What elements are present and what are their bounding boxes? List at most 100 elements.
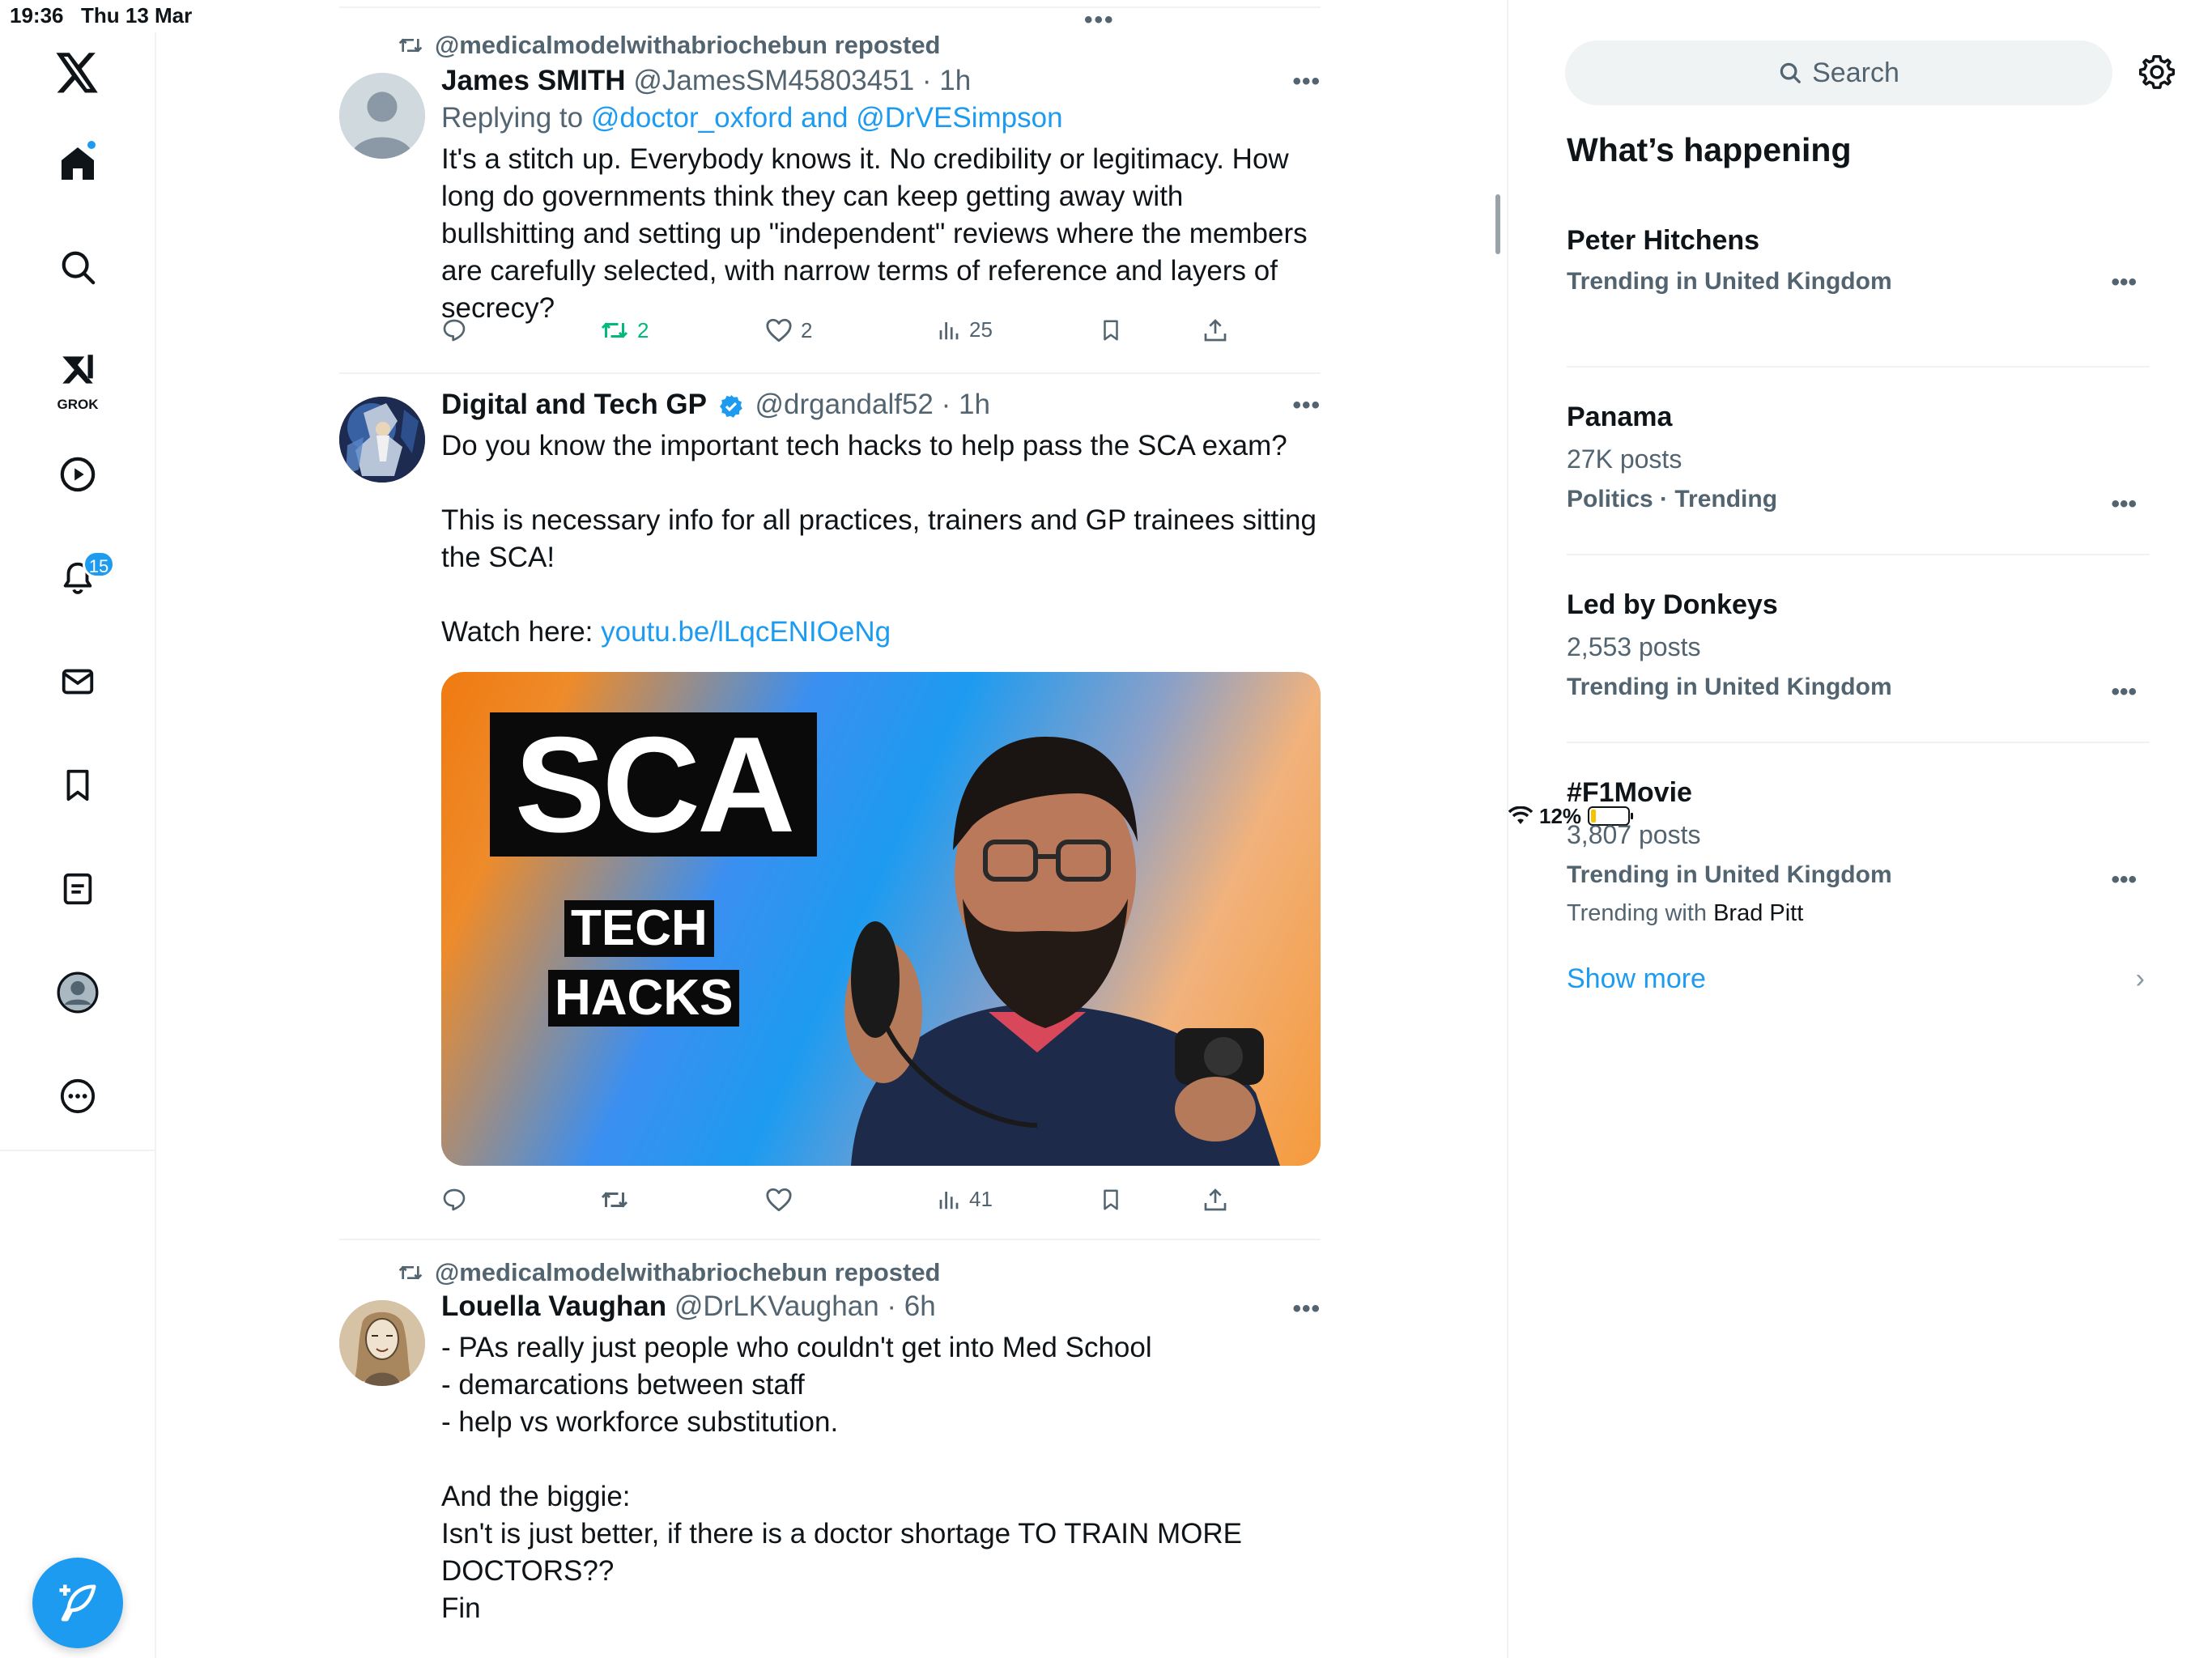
reply-icon: [443, 1188, 466, 1211]
grok-label: GROK: [57, 397, 99, 412]
like-button[interactable]: [765, 1187, 793, 1213]
reply-button[interactable]: [441, 317, 467, 343]
repost-by-text[interactable]: @medicalmodelwithabriochebun reposted: [435, 31, 941, 60]
author-handle-time[interactable]: @JamesSM45803451 · 1h: [633, 65, 971, 96]
bookmark-icon: [1104, 1189, 1118, 1210]
show-more-link[interactable]: Show more ›: [1567, 963, 2150, 995]
views-count: 41: [969, 1187, 993, 1211]
lists-icon[interactable]: [45, 857, 110, 921]
video-thumbnail[interactable]: SCA TECH HACKS: [441, 672, 1321, 1166]
search-placeholder: Search: [1812, 57, 1899, 88]
replying-to-prefix: Replying to: [441, 102, 591, 134]
notifications-bell-icon[interactable]: 15: [45, 546, 115, 610]
grok-icon[interactable]: GROK: [45, 338, 110, 416]
tweet-body: Digital and Tech GP @drgandalf52 · 1h Do…: [441, 389, 1321, 651]
retweet-icon: [601, 1192, 628, 1208]
replying-to: Replying to @doctor_oxford and @DrVESimp…: [441, 102, 1321, 134]
heart-icon: [766, 1188, 792, 1212]
presenter-image: [844, 737, 1280, 1166]
thumbnail-line2: HACKS: [548, 970, 740, 1027]
compose-post-button[interactable]: [32, 1558, 123, 1648]
show-more-label: Show more: [1567, 963, 1706, 994]
search-input[interactable]: Search: [1565, 40, 2112, 105]
settings-gear-icon[interactable]: [2138, 53, 2176, 95]
video-play-icon[interactable]: [45, 442, 110, 507]
search-icon: [1780, 62, 1801, 83]
trend-meta: Trending in United Kingdom: [1567, 861, 1892, 888]
author-handle-time[interactable]: @DrLKVaughan · 6h: [674, 1290, 936, 1322]
tweet-header: Louella Vaughan @DrLKVaughan · 6h: [441, 1290, 1321, 1323]
author-handle-time[interactable]: @drgandalf52 · 1h: [755, 389, 989, 420]
trend-more-icon[interactable]: •••: [2111, 269, 2137, 296]
trend-item[interactable]: #F1Movie 3,807 posts Trending in United …: [1567, 743, 2150, 946]
avatar[interactable]: [339, 397, 425, 483]
trend-item[interactable]: Panama 27K posts Politics · Trending •••: [1567, 368, 2150, 555]
more-options-icon[interactable]: [45, 1064, 110, 1129]
trend-meta: Trending in United Kingdom: [1567, 674, 1892, 700]
notifications-badge: 15: [83, 551, 115, 578]
repost-small-icon: [398, 38, 423, 53]
repost-by-text[interactable]: @medicalmodelwithabriochebun reposted: [435, 1258, 941, 1287]
bookmark-icon: [1104, 320, 1118, 341]
bookmark-button[interactable]: [1099, 1187, 1123, 1213]
repost-indicator: @medicalmodelwithabriochebun reposted: [398, 1258, 941, 1287]
like-button[interactable]: 2: [765, 317, 812, 343]
trend-item[interactable]: Peter Hitchens Trending in United Kingdo…: [1567, 225, 2150, 368]
tweet-text-line3: Watch here: youtu.be/lLqcENIOeNg: [441, 614, 1321, 651]
repost-indicator: @medicalmodelwithabriochebun reposted: [398, 31, 941, 60]
share-button[interactable]: [1202, 1187, 1228, 1213]
author-name[interactable]: Digital and Tech GP: [441, 389, 707, 420]
tweet-card[interactable]: @medicalmodelwithabriochebun reposted ••…: [339, 1253, 1321, 1658]
trending-with: Trending with Brad Pitt: [1567, 900, 2150, 927]
views-chart-icon: [939, 321, 959, 339]
right-sidebar: Search What’s happening Peter Hitchens T…: [1508, 32, 2212, 1658]
trend-name: Panama: [1567, 402, 1673, 432]
feed-scrollbar[interactable]: [1495, 194, 1500, 254]
bookmarks-icon[interactable]: [45, 753, 110, 818]
replying-to-handles[interactable]: @doctor_oxford and @DrVESimpson: [591, 102, 1063, 134]
trend-more-icon[interactable]: •••: [2111, 491, 2137, 518]
tweet-actions: 41: [441, 1187, 1251, 1227]
author-name[interactable]: James SMITH: [441, 65, 626, 96]
tweet-header: Digital and Tech GP @drgandalf52 · 1h: [441, 389, 1321, 421]
tweet-text-line2: This is necessary info for all practices…: [441, 504, 1325, 573]
trend-more-icon[interactable]: •••: [2111, 678, 2137, 706]
x-logo-icon[interactable]: [45, 40, 110, 105]
tweet-text: It's a stitch up. Everybody knows it. No…: [441, 143, 1316, 324]
avatar[interactable]: [339, 73, 425, 159]
whats-happening-heading: What’s happening: [1567, 131, 1852, 168]
retweet-button[interactable]: 2: [600, 317, 649, 343]
share-button[interactable]: [1202, 317, 1228, 343]
views-chart-icon: [939, 1191, 959, 1209]
tweet-card[interactable]: ••• Digital and Tech GP @drgandalf52 · 1…: [339, 376, 1321, 1240]
trend-name: Led by Donkeys: [1567, 589, 1778, 620]
thumbnail-line1: TECH: [564, 900, 714, 957]
tweet-card[interactable]: @medicalmodelwithabriochebun reposted ••…: [339, 24, 1321, 374]
views-count: 25: [969, 317, 993, 342]
retweet-button[interactable]: [600, 1187, 629, 1213]
trending-with-name[interactable]: Brad Pitt: [1713, 900, 1803, 926]
profile-avatar-icon[interactable]: [45, 960, 110, 1025]
nav-list: GROK 15: [0, 32, 155, 1151]
trend-posts: 2,553 posts: [1567, 632, 1701, 661]
chevron-right-icon: ›: [2135, 963, 2145, 994]
messages-envelope-icon[interactable]: [45, 649, 110, 714]
views-button[interactable]: 41: [937, 1187, 993, 1212]
trend-more-icon[interactable]: •••: [2111, 866, 2137, 894]
author-name[interactable]: Louella Vaughan: [441, 1290, 666, 1322]
like-count: 2: [801, 317, 813, 342]
search-icon[interactable]: [45, 235, 110, 300]
status-time: 19:36: [10, 3, 64, 28]
trend-item[interactable]: Led by Donkeys 2,553 posts Trending in U…: [1567, 555, 2150, 743]
reply-icon: [443, 319, 466, 342]
avatar[interactable]: [339, 1300, 425, 1386]
trend-posts: 27K posts: [1567, 444, 1682, 474]
reply-button[interactable]: [441, 1187, 467, 1213]
home-icon[interactable]: [45, 131, 110, 196]
youtube-link[interactable]: youtu.be/lLqcENIOeNg: [601, 616, 891, 648]
timeline-feed[interactable]: ••• @medicalmodelwithabriochebun reposte…: [156, 0, 1508, 1658]
trend-posts: 3,807 posts: [1567, 820, 1701, 849]
trend-name: #F1Movie: [1567, 777, 1692, 808]
views-button[interactable]: 25: [937, 317, 993, 342]
bookmark-button[interactable]: [1099, 317, 1123, 343]
